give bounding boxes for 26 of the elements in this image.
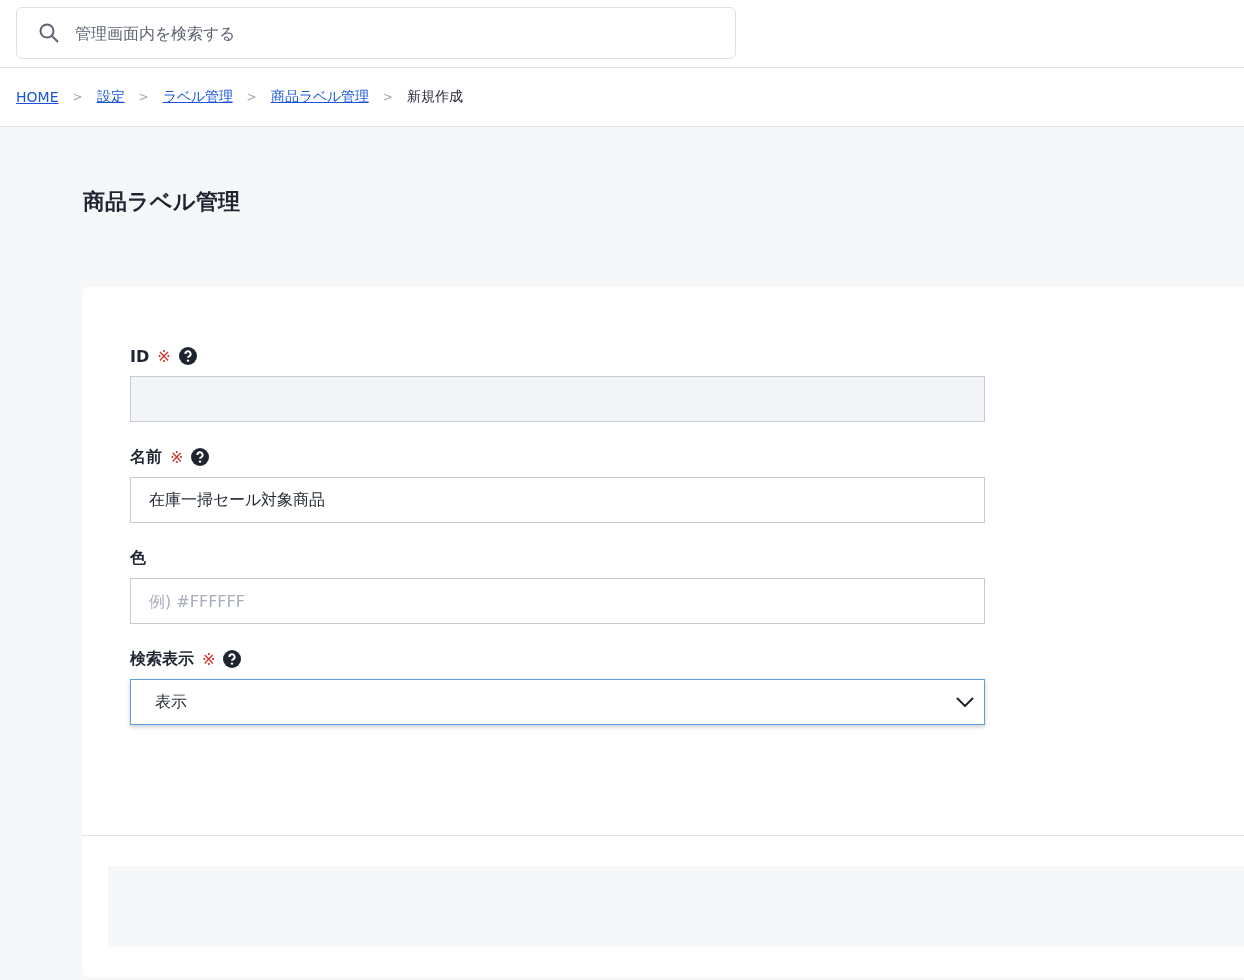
field-label: 色: [130, 547, 146, 569]
breadcrumb-current: 新規作成: [406, 88, 463, 106]
breadcrumb-separator: >: [246, 90, 257, 104]
breadcrumb-link[interactable]: 商品ラベル管理: [270, 88, 369, 106]
required-mark: ※: [202, 649, 216, 669]
text-field[interactable]: 在庫一掃セール対象商品: [130, 477, 985, 523]
page-title: 商品ラベル管理: [83, 188, 241, 216]
field-label: 検索表示: [130, 648, 194, 670]
breadcrumb-separator: >: [72, 90, 83, 104]
chevron-down-icon: [956, 697, 974, 707]
breadcrumb-link[interactable]: HOME: [16, 89, 59, 105]
breadcrumb-separator: >: [382, 90, 393, 104]
text-field[interactable]: 例) #FFFFFF: [130, 578, 985, 624]
search-icon: [39, 23, 59, 43]
required-mark: ※: [170, 447, 184, 467]
help-icon[interactable]: [223, 650, 242, 668]
breadcrumb-link[interactable]: ラベル管理: [162, 88, 233, 106]
select-field[interactable]: 表示: [130, 679, 985, 725]
breadcrumb-link[interactable]: 設定: [96, 88, 125, 106]
field-label: 名前: [130, 446, 162, 468]
help-icon[interactable]: [191, 448, 210, 466]
search-field[interactable]: 管理画面内を検索する: [16, 7, 736, 59]
search-input[interactable]: 管理画面内を検索する: [73, 22, 713, 44]
field-label: ID: [130, 346, 150, 366]
breadcrumb-separator: >: [138, 90, 149, 104]
required-mark: ※: [157, 346, 171, 366]
